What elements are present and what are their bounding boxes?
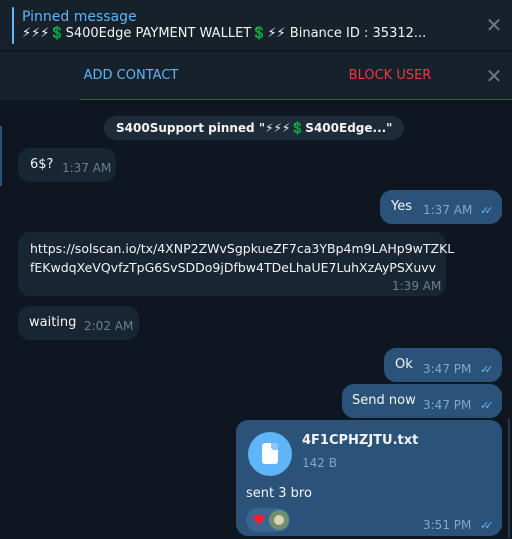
block-user-button[interactable]: BLOCK USER [262,52,512,100]
close-actions-icon[interactable]: ✕ [484,66,504,86]
message-outgoing[interactable]: Send now 3:47 PM ✓✓ [342,384,502,418]
pinned-message-bar[interactable]: Pinned message ⚡⚡⚡💲S400Edge PAYMENT WALL… [0,0,512,51]
double-check-icon: ✓✓ [480,399,494,412]
pinned-text: ⚡⚡⚡💲S400Edge PAYMENT WALLET💲⚡⚡ Binance I… [22,26,427,41]
pinned-accent-line [12,7,14,44]
double-check-icon: ✓✓ [480,363,494,376]
document-fold [271,443,278,450]
file-icon[interactable] [248,432,292,476]
message-text: 6$? [30,157,54,172]
message-text: Ok [395,357,413,372]
message-incoming[interactable]: https://solscan.io/tx/4XNP2ZWvSgpkueZF7c… [18,232,454,296]
message-text: waiting [29,315,77,330]
message-text-line[interactable]: fEKwdqXeVQvfzTpG6SvSDDo9jDfbw4TDeLhaUE7L… [30,260,436,275]
add-contact-button[interactable]: ADD CONTACT [0,52,262,100]
heart-reaction-icon: ♥ [252,511,266,529]
file-size: 142 B [302,456,337,470]
unread-marker [0,126,2,186]
message-outgoing-file[interactable]: 4F1CPHZJTU.txt 142 B sent 3 bro ♥ 3:51 P… [236,420,502,536]
message-text: Yes [391,199,412,214]
chat-history[interactable]: S400Support pinned "⚡⚡⚡💲S400Edge..." 6$?… [0,100,512,539]
message-time: 1:39 AM [392,279,442,293]
double-check-icon: ✓✓ [480,519,494,532]
message-time: 3:51 PM [423,518,472,532]
message-time: 1:37 AM [62,161,112,175]
contact-actions-bar: ADD CONTACT BLOCK USER ✕ [0,52,512,100]
message-incoming[interactable]: 6$? 1:37 AM [18,148,116,182]
avatar [269,510,289,530]
avatar-face [274,515,284,525]
scrollbar[interactable] [508,418,510,538]
service-message: S400Support pinned "⚡⚡⚡💲S400Edge..." [104,116,405,140]
file-name[interactable]: 4F1CPHZJTU.txt [302,433,418,448]
message-outgoing[interactable]: Yes 1:37 AM ✓✓ [380,190,502,224]
message-outgoing[interactable]: Ok 3:47 PM ✓✓ [384,348,502,382]
message-time: 3:47 PM [423,362,472,376]
pinned-title: Pinned message [22,9,137,25]
message-caption: sent 3 bro [246,486,312,501]
message-text: Send now [352,393,416,408]
close-pinned-icon[interactable]: ✕ [484,15,504,35]
message-incoming[interactable]: waiting 2:02 AM [18,306,139,340]
message-text-line[interactable]: https://solscan.io/tx/4XNP2ZWvSgpkueZF7c… [30,241,454,256]
reaction-chip[interactable]: ♥ [246,508,290,532]
message-time: 2:02 AM [84,319,134,333]
message-time: 1:37 AM [423,203,473,217]
double-check-icon: ✓✓ [480,204,494,217]
message-time: 3:47 PM [423,398,472,412]
